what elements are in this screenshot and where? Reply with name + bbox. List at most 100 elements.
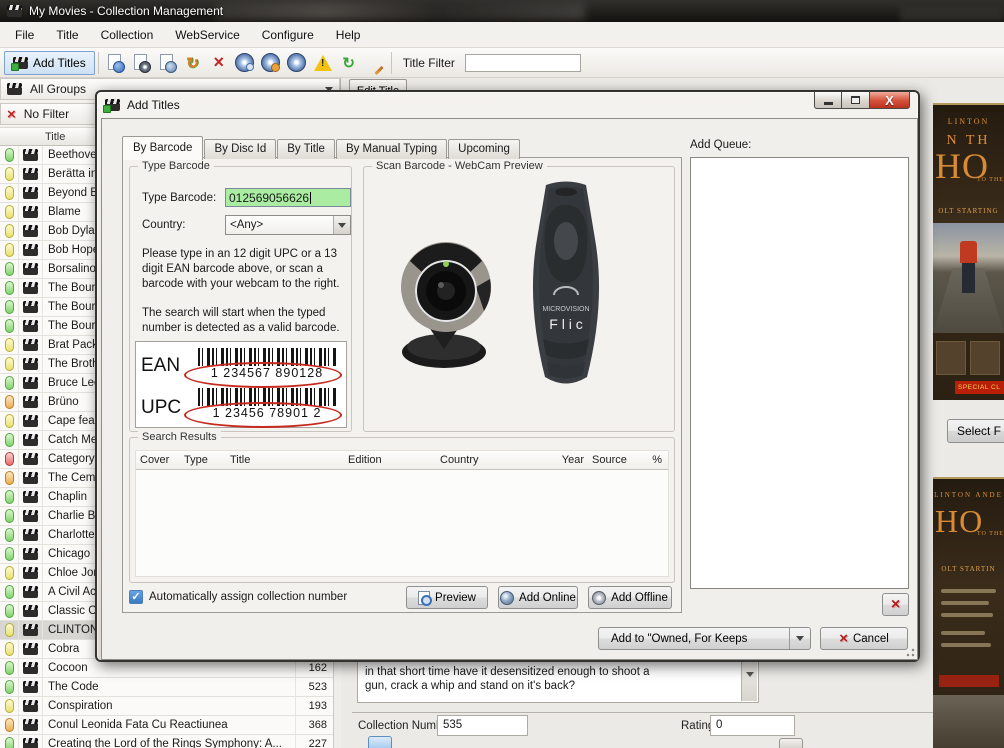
title-filter-label: Title Filter: [403, 56, 455, 70]
status-indicator: [5, 205, 14, 219]
movie-title: The Code: [43, 681, 295, 693]
add-to-list-button[interactable]: Add to "Owned, For Keeps: [598, 627, 811, 650]
table-row[interactable]: The Code 523: [0, 678, 333, 697]
partial-button[interactable]: [368, 736, 392, 748]
column-header[interactable]: Cover: [136, 454, 180, 466]
globe-icon: [500, 591, 514, 605]
menu-item[interactable]: Help: [325, 24, 372, 46]
caption-buttons: X: [814, 91, 910, 109]
add-titles-dialog: Add Titles X By BarcodeBy Disc IdBy Titl…: [95, 90, 920, 662]
app-window: My Movies - Collection Management FileTi…: [0, 0, 1004, 748]
column-header[interactable]: %: [640, 454, 666, 466]
country-select[interactable]: <Any>: [225, 215, 351, 235]
auto-assign-checkbox[interactable]: ✓: [129, 590, 143, 604]
front-cover-image[interactable]: LINTON N TH HO TO THE OLT STARTING SPECI…: [933, 103, 1004, 400]
divider: [352, 712, 997, 713]
minimize-icon: [824, 102, 833, 105]
add-online-button[interactable]: Add Online: [498, 586, 578, 609]
results-column-headers[interactable]: CoverTypeTitleEditionCountryYearSource%: [136, 451, 668, 470]
background-blur: [900, 2, 1004, 20]
status-indicator: [5, 547, 14, 561]
search-results-list[interactable]: CoverTypeTitleEditionCountryYearSource%: [135, 450, 669, 577]
disc-user-icon[interactable]: [258, 51, 284, 75]
column-header[interactable]: Type: [180, 454, 226, 466]
menu-item[interactable]: File: [4, 24, 45, 46]
column-header[interactable]: Title: [226, 454, 344, 466]
title-filter-input[interactable]: [465, 54, 581, 72]
preview-icon: [418, 591, 430, 605]
movie-icon: [23, 377, 38, 389]
queue-delete-button[interactable]: ×: [882, 593, 909, 616]
resize-grip[interactable]: [905, 647, 915, 657]
cover-thumbnail: [970, 341, 1000, 375]
movie-icon: [23, 320, 38, 332]
delete-title-icon[interactable]: ×: [206, 51, 232, 75]
refresh-icon[interactable]: ↻: [336, 51, 362, 75]
warning-icon[interactable]: [310, 51, 336, 75]
minimize-button[interactable]: [814, 91, 842, 109]
status-indicator: [5, 338, 14, 352]
disc-icon: [592, 591, 606, 605]
dialog-titlebar[interactable]: Add Titles: [97, 92, 918, 118]
export-page-disc-icon[interactable]: [128, 51, 154, 75]
maximize-button[interactable]: [842, 91, 870, 109]
clapperboard-icon: [7, 83, 22, 95]
synchronize-icon[interactable]: ↻: [180, 51, 206, 75]
column-header[interactable]: Year: [548, 454, 588, 466]
tab[interactable]: By Manual Typing: [336, 139, 447, 159]
table-row[interactable]: Creating the Lord of the Rings Symphony:…: [0, 735, 333, 748]
window-titlebar[interactable]: My Movies - Collection Management: [0, 0, 1004, 22]
movie-icon: [23, 149, 38, 161]
status-indicator: [5, 452, 14, 466]
tab[interactable]: By Barcode: [122, 136, 203, 160]
type-barcode-group: Type Barcode Type Barcode: 012569056626 …: [129, 166, 352, 432]
dialog-body: By BarcodeBy Disc IdBy TitleBy Manual Ty…: [101, 118, 918, 660]
export-page-globe-icon[interactable]: [102, 51, 128, 75]
barcode-scanner-image: MICROVISION F l i c: [516, 177, 616, 392]
disc-plain-icon[interactable]: [284, 51, 310, 75]
import-page-disc-icon[interactable]: [154, 51, 180, 75]
add-queue-list[interactable]: [690, 157, 909, 589]
collection-number: 193: [295, 697, 333, 715]
movie-icon: [23, 643, 38, 655]
tab[interactable]: Upcoming: [448, 139, 520, 159]
movie-icon: [23, 225, 38, 237]
by-barcode-tab-panel: Type Barcode Type Barcode: 012569056626 …: [122, 157, 682, 613]
add-to-dropdown[interactable]: [789, 628, 810, 649]
column-header[interactable]: Edition: [344, 454, 436, 466]
cover-figure: [960, 241, 977, 263]
tab[interactable]: By Disc Id: [204, 139, 276, 159]
edit-title-icon[interactable]: [362, 51, 388, 75]
column-header[interactable]: Source: [588, 454, 640, 466]
column-header[interactable]: Country: [436, 454, 548, 466]
movie-title: Conul Leonida Fata Cu Reactiunea: [43, 719, 295, 731]
table-row[interactable]: Conspiration 193: [0, 697, 333, 716]
tab[interactable]: By Title: [277, 139, 335, 159]
back-cover-image[interactable]: LINTON ANDE HO TO THE OLT STARTIN: [933, 477, 1004, 748]
menu-item[interactable]: WebService: [164, 24, 250, 46]
preview-button[interactable]: Preview: [406, 586, 488, 609]
collection-number-input[interactable]: 535: [437, 715, 528, 736]
barcode-input[interactable]: 012569056626: [225, 188, 351, 207]
add-offline-button[interactable]: Add Offline: [588, 586, 672, 609]
instruction-text: The search will start when the typed num…: [142, 306, 342, 336]
close-button[interactable]: X: [870, 91, 910, 109]
status-indicator: [5, 148, 14, 162]
menu-item[interactable]: Collection: [90, 24, 165, 46]
cover-badge: SPECIAL CL: [955, 381, 1004, 394]
rating-input[interactable]: 0: [710, 715, 795, 736]
menu-item[interactable]: Configure: [251, 24, 325, 46]
disc-copy-icon[interactable]: [232, 51, 258, 75]
menu-item[interactable]: Title: [45, 24, 89, 46]
ean-highlight-ellipse: [184, 362, 342, 388]
cancel-button[interactable]: × Cancel: [820, 627, 908, 650]
movie-icon: [23, 548, 38, 560]
cover-thumbnail: [936, 341, 966, 375]
movie-icon: [23, 282, 38, 294]
partial-button[interactable]: [779, 738, 803, 748]
auto-assign-row: ✓ Automatically assign collection number: [129, 590, 347, 604]
table-row[interactable]: Conul Leonida Fata Cu Reactiunea 368: [0, 716, 333, 735]
add-titles-button[interactable]: Add Titles: [4, 51, 95, 75]
webcam-preview-group: Scan Barcode - WebCam Preview: [363, 166, 675, 432]
select-front-button[interactable]: Select F: [947, 419, 1004, 443]
